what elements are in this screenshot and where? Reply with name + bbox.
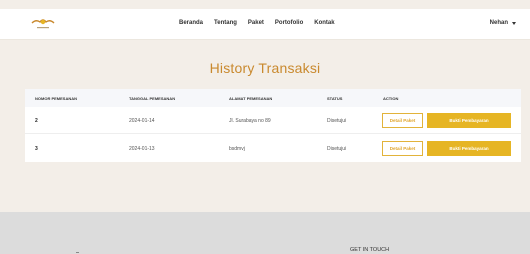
footer-heading: GET IN TOUCH [350, 247, 390, 253]
detail-paket-button[interactable]: Detail Paket [382, 113, 423, 128]
brand-logo-icon[interactable] [30, 15, 56, 33]
nav-link-paket[interactable]: Paket [248, 20, 264, 26]
table-header: NOMOR PEMESANAN TANGGAL PEMESANAN ALAMAT… [25, 89, 521, 107]
header-nomor: NOMOR PEMESANAN [35, 96, 78, 101]
page-title: History Transaksi [209, 60, 321, 76]
cell-nomor: 3 [35, 146, 38, 152]
cell-alamat: Jl. Surabaya no 89 [229, 118, 271, 124]
cell-nomor: 2 [35, 118, 38, 124]
cell-alamat: bsdmvj [229, 146, 245, 152]
table-row: 2 2024-01-14 Jl. Surabaya no 89 Disetuju… [25, 107, 521, 134]
footer-divider [76, 252, 79, 253]
bukti-pembayaran-button[interactable]: Bukti Pembayaran [427, 113, 511, 128]
nav-link-tentang[interactable]: Tentang [214, 20, 237, 26]
header-action: ACTION [383, 96, 399, 101]
header-tanggal: TANGGAL PEMESANAN [129, 96, 176, 101]
table-row: 3 2024-01-13 bsdmvj Disetujui Detail Pak… [25, 135, 521, 162]
bukti-pembayaran-button[interactable]: Bukti Pembayaran [427, 141, 511, 156]
nav-link-kontak[interactable]: Kontak [314, 20, 334, 26]
chevron-down-icon [512, 21, 516, 25]
user-name: Nehan [489, 20, 508, 26]
detail-paket-button[interactable]: Detail Paket [382, 141, 423, 156]
nav-link-beranda[interactable]: Beranda [179, 20, 203, 26]
transaction-table: NOMOR PEMESANAN TANGGAL PEMESANAN ALAMAT… [25, 89, 521, 162]
cell-tanggal: 2024-01-14 [129, 118, 155, 124]
header-alamat: ALAMAT PEMESANAN [229, 96, 273, 101]
user-menu[interactable]: Nehan [490, 20, 516, 26]
cell-status: Disetujui [327, 118, 347, 124]
cell-status: Disetujui [327, 146, 347, 152]
navbar: Beranda Tentang Paket Portofolio Kontak … [0, 9, 530, 40]
cell-tanggal: 2024-01-13 [129, 146, 155, 152]
header-status: STATUS [327, 96, 343, 101]
nav-links: Beranda Tentang Paket Portofolio Kontak [179, 20, 335, 26]
footer: GET IN TOUCH [0, 212, 530, 254]
nav-link-portofolio[interactable]: Portofolio [275, 20, 303, 26]
